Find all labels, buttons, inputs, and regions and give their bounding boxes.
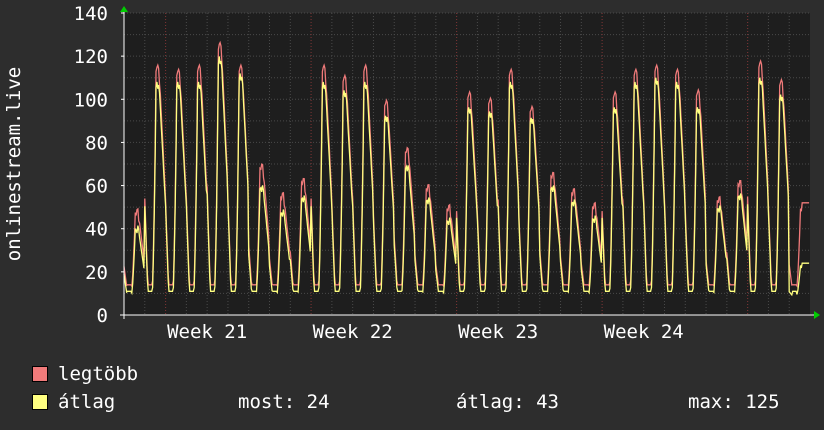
x-axis-arrow-icon (814, 311, 820, 319)
average-value: átlag: 43 (456, 391, 559, 413)
y-tick-label: 60 (85, 176, 108, 198)
legend-swatch-legtobb (32, 366, 48, 382)
y-tick-label: 80 (85, 132, 108, 154)
y-axis-arrow-icon (120, 6, 128, 12)
x-tick-label: Week 23 (458, 321, 538, 343)
y-tick-label: 40 (85, 219, 108, 241)
y-tick-label: 100 (74, 89, 108, 111)
x-axis-labels: Week 21 Week 22 Week 23 Week 24 (167, 321, 684, 343)
legend-swatch-atlag (32, 394, 48, 410)
y-tick-label: 120 (74, 46, 108, 68)
y-axis-ticks: 0 20 40 60 80 100 120 140 (74, 3, 124, 327)
y-tick-label: 0 (97, 305, 108, 327)
maximum-value: max: 125 (688, 391, 780, 413)
y-axis-label: onlinestream.live (3, 67, 25, 261)
x-tick-label: Week 24 (604, 321, 684, 343)
y-tick-label: 20 (85, 262, 108, 284)
legend-row-max: legtöbb (0, 361, 824, 387)
legend-row-avg: átlag most: 24 átlag: 43 max: 125 (0, 389, 824, 415)
legend-label-legtobb: legtöbb (58, 363, 139, 385)
y-tick-label: 140 (74, 3, 108, 25)
current-value: most: 24 (238, 391, 330, 413)
legend-label-atlag: átlag (58, 391, 116, 413)
x-tick-label: Week 22 (313, 321, 393, 343)
chart: 0 20 40 60 80 100 120 140 Week 21 Week 22 Week 23… (3, 3, 820, 343)
x-tick-label: Week 21 (167, 321, 247, 343)
